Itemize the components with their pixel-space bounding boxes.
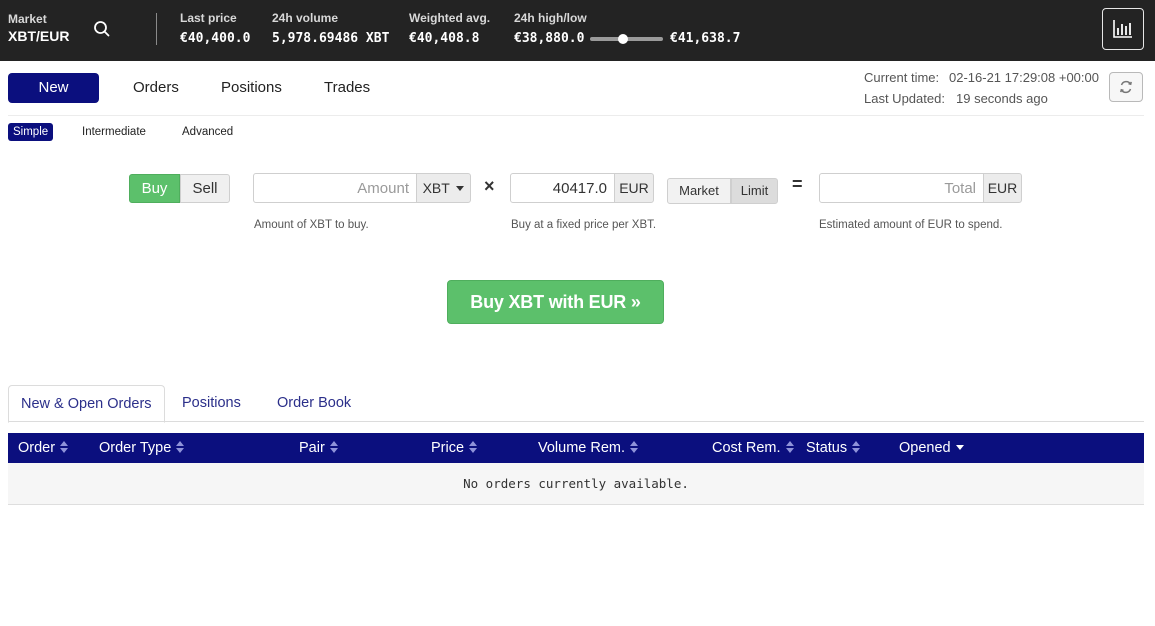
price-help-text: Buy at a fixed price per XBT. — [511, 219, 657, 231]
tab-new-order[interactable]: New Order — [8, 73, 99, 126]
market-label: Market — [8, 12, 47, 26]
total-help-text: Estimated amount of EUR to spend. — [819, 219, 1003, 231]
equals-sign: = — [792, 174, 803, 194]
amount-currency-label: XBT — [422, 180, 450, 196]
caret-down-icon — [456, 186, 465, 191]
tab-orders[interactable]: Orders — [121, 73, 191, 103]
empty-orders-message: No orders currently available. — [463, 476, 689, 491]
current-time-label: Current time: — [864, 70, 940, 85]
tab-trades[interactable]: Trades — [312, 73, 382, 103]
subtab-advanced[interactable]: Advanced — [177, 123, 238, 141]
low-value: €38,880.0 — [514, 31, 585, 46]
last-price-value: €40,400.0 — [180, 31, 251, 46]
sell-toggle-button[interactable]: Sell — [180, 174, 230, 203]
last-updated-label: Last Updated: — [864, 91, 945, 106]
subtab-intermediate[interactable]: Intermediate — [77, 123, 151, 141]
bar-chart-icon — [1113, 20, 1132, 38]
search-icon[interactable] — [92, 19, 112, 39]
sort-icon — [329, 441, 338, 453]
tab-order-book[interactable]: Order Book — [265, 385, 363, 423]
range-knob — [617, 34, 628, 44]
weighted-value: €40,408.8 — [409, 31, 480, 46]
sort-icon — [469, 441, 478, 453]
col-volume-rem[interactable]: Volume Rem. — [538, 433, 639, 463]
current-time-value: 02-16-21 17:29:08 +00:00 — [949, 70, 1099, 85]
ticker-divider — [156, 13, 157, 45]
sort-icon — [785, 441, 794, 453]
last-updated-value: 19 seconds ago — [956, 91, 1048, 106]
col-status[interactable]: Status — [806, 433, 861, 463]
refresh-button[interactable] — [1109, 72, 1143, 102]
total-input[interactable] — [819, 173, 985, 203]
amount-help-text: Amount of XBT to buy. — [254, 219, 369, 231]
orders-table-header: Order Order Type Pair Price Volume Rem. … — [8, 433, 1144, 463]
col-pair[interactable]: Pair — [299, 433, 338, 463]
market-order-button[interactable]: Market — [667, 178, 731, 204]
chart-toggle-button[interactable] — [1102, 8, 1144, 50]
total-currency-label: EUR — [983, 173, 1022, 203]
volume-label: 24h volume — [272, 11, 339, 25]
col-cost-rem[interactable]: Cost Rem. — [712, 433, 794, 463]
submit-buy-button[interactable]: Buy XBT with EUR » — [447, 280, 664, 324]
buy-toggle-button[interactable]: Buy — [129, 174, 180, 203]
col-order-type[interactable]: Order Type — [99, 433, 185, 463]
sort-icon — [852, 441, 861, 453]
volume-value: 5,978.69486 XBT — [272, 31, 390, 46]
col-order[interactable]: Order — [18, 433, 69, 463]
high-value: €41,638.7 — [670, 31, 741, 46]
sort-desc-icon — [955, 445, 964, 450]
tab-open-orders[interactable]: New & Open Orders — [8, 385, 165, 423]
header-divider — [8, 115, 1144, 116]
price-currency-label: EUR — [614, 173, 654, 203]
orders-table-body: No orders currently available. — [8, 463, 1144, 505]
sort-icon — [630, 441, 639, 453]
limit-order-button[interactable]: Limit — [731, 178, 778, 204]
market-pair[interactable]: XBT/EUR — [8, 28, 69, 44]
weighted-label: Weighted avg. — [409, 11, 491, 25]
subtab-simple[interactable]: Simple — [8, 123, 54, 141]
multiply-sign: × — [484, 176, 495, 196]
ticker-bar: Market XBT/EUR Last price €40,400.0 24h … — [0, 0, 1155, 61]
tab-positions[interactable]: Positions — [209, 73, 294, 103]
refresh-icon — [1120, 80, 1132, 94]
last-price-label: Last price — [180, 11, 237, 25]
amount-input[interactable] — [253, 173, 418, 203]
highlow-label: 24h high/low — [514, 11, 587, 25]
sort-icon — [176, 441, 185, 453]
price-input[interactable] — [510, 173, 616, 203]
col-price[interactable]: Price — [431, 433, 478, 463]
lower-tabs-divider — [8, 421, 1144, 422]
tab-lower-positions[interactable]: Positions — [170, 385, 253, 423]
sort-icon — [60, 441, 69, 453]
amount-currency-select[interactable]: XBT — [416, 173, 471, 203]
col-opened[interactable]: Opened — [899, 433, 964, 463]
